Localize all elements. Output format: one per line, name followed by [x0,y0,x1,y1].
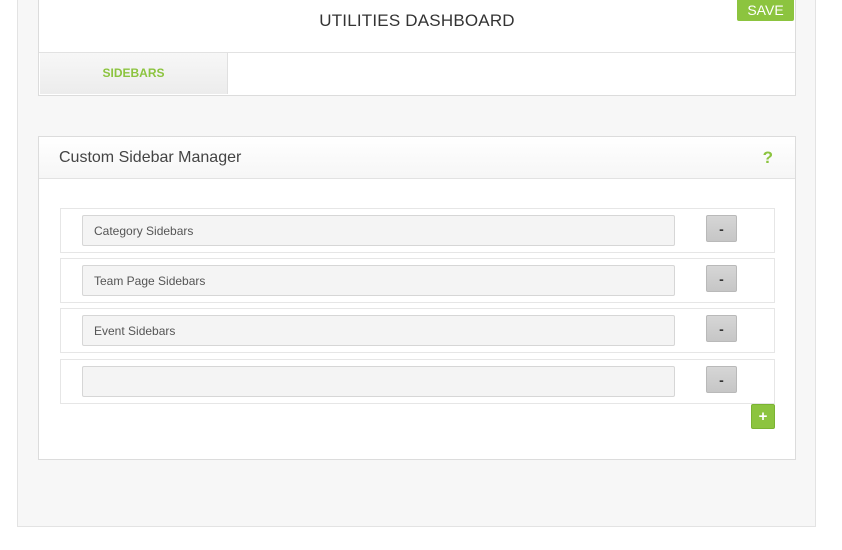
sidebar-row: - [60,359,775,404]
add-sidebar-button[interactable]: + [751,404,775,429]
dashboard-header: UTILITIES DASHBOARD SIDEBARS [38,0,796,96]
sidebar-row: - [60,208,775,253]
sidebar-name-input[interactable] [82,366,675,397]
custom-sidebar-manager-panel: Custom Sidebar Manager ? - - - - + [38,136,796,460]
panel-header: Custom Sidebar Manager ? [39,137,795,179]
sidebar-row: - [60,258,775,303]
panel-title: Custom Sidebar Manager [59,149,242,166]
remove-sidebar-button[interactable]: - [706,265,737,292]
sidebar-name-input[interactable] [82,265,675,296]
sidebar-name-input[interactable] [82,215,675,246]
sidebar-name-input[interactable] [82,315,675,346]
sidebar-row: - [60,308,775,353]
help-icon[interactable]: ? [763,148,773,168]
remove-sidebar-button[interactable]: - [706,366,737,393]
save-button[interactable]: SAVE [737,0,794,21]
remove-sidebar-button[interactable]: - [706,215,737,242]
remove-sidebar-button[interactable]: - [706,315,737,342]
tab-sidebars[interactable]: SIDEBARS [40,53,228,94]
page-title: UTILITIES DASHBOARD [319,11,515,30]
